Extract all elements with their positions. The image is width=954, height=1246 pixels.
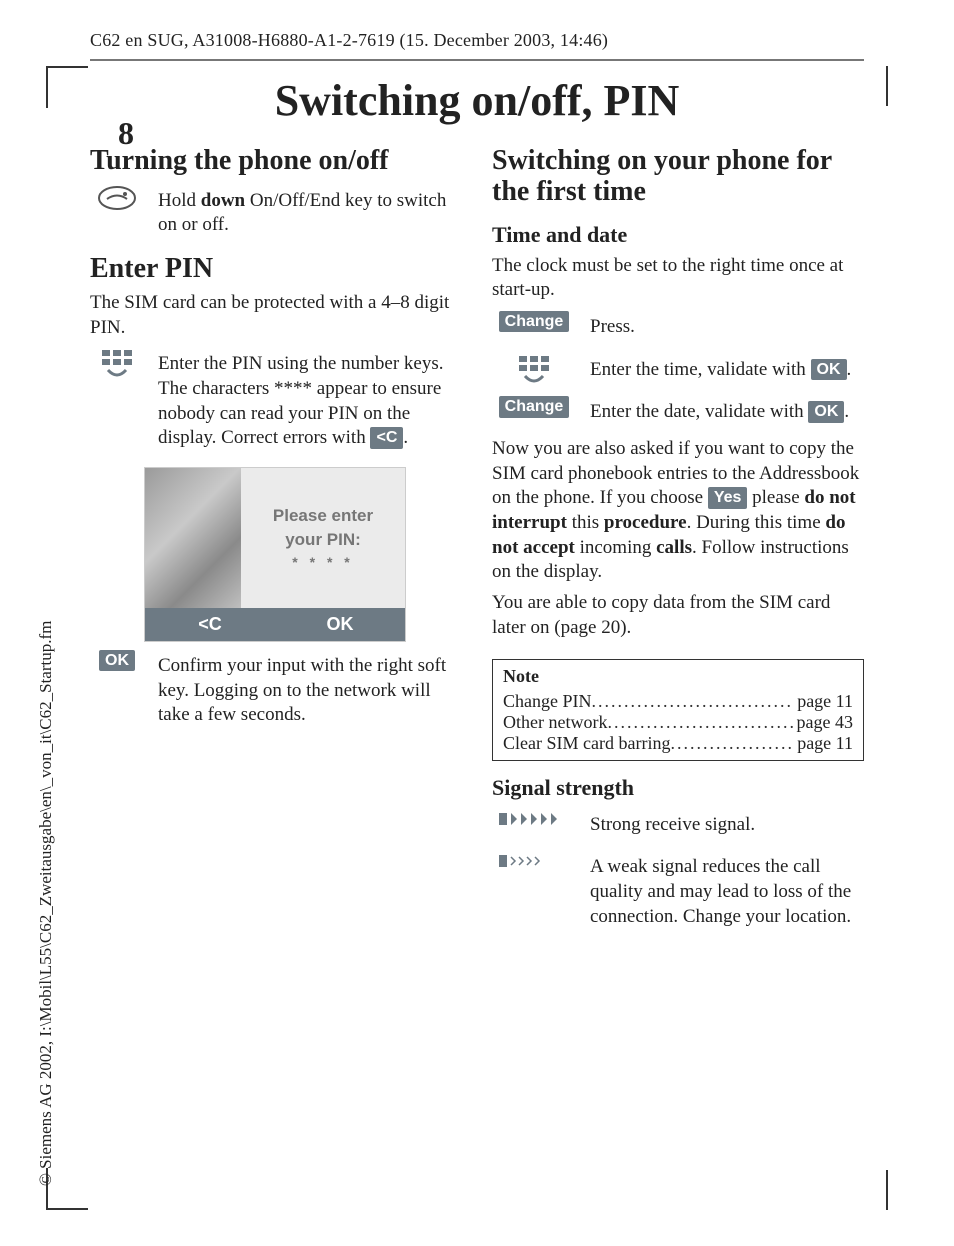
ok-text: Confirm your input with the right soft k… (158, 654, 462, 728)
softkey-right: OK (275, 608, 405, 641)
signal-strong-text: Strong receive signal. (590, 813, 864, 838)
wallpaper-icon (145, 468, 241, 608)
timedate-intro: The clock must be set to the right time … (492, 254, 864, 303)
signal-weak-icon (492, 849, 576, 871)
copy-later-text: You are able to copy data from the SIM c… (492, 591, 864, 640)
enter-time-text: Enter the time, validate with OK. (590, 358, 864, 383)
keypad-icon (492, 352, 576, 388)
left-column: Turning the phone on/off Hold down On/Of… (90, 136, 462, 941)
copy-sim-text: Now you are also asked if you want to co… (492, 437, 864, 585)
enter-date-text: Enter the date, validate with OK. (590, 400, 864, 425)
change-key-label: Change (499, 396, 570, 417)
divider (90, 59, 864, 61)
pin-mask: * * * * (292, 554, 353, 570)
ok-key-label: OK (99, 650, 135, 671)
right-column: Switching on your phone for the first ti… (492, 136, 864, 941)
pin-enter-text: Enter the PIN using the number keys. The… (158, 352, 462, 451)
page-number: 8 (118, 115, 134, 152)
heading-signal: Signal strength (492, 775, 864, 801)
crop-mark-icon (880, 1170, 888, 1210)
note-line: Other networkpage 43 (503, 712, 853, 733)
heading-turn-onoff: Turning the phone on/off (90, 146, 462, 177)
note-line: Change PINpage 11 (503, 691, 853, 712)
end-key-icon (90, 183, 144, 211)
ok-key-label: OK (808, 401, 844, 422)
clear-key-label: <C (370, 427, 403, 448)
crop-mark-icon (880, 66, 888, 106)
onoff-text: Hold down On/Off/End key to switch on or… (158, 189, 462, 238)
yes-key-label: Yes (708, 487, 748, 508)
signal-weak-text: A weak signal reduces the call quality a… (590, 855, 864, 929)
note-title: Note (503, 666, 853, 687)
pin-intro: The SIM card can be protected with a 4–8… (90, 291, 462, 340)
change-key-label: Change (499, 311, 570, 332)
heading-enter-pin: Enter PIN (90, 254, 462, 285)
note-line: Clear SIM card barringpage 11 (503, 733, 853, 754)
screen-line: your PIN: (285, 530, 361, 550)
doc-header: C62 en SUG, A31008-H6880-A1-2-7619 (15. … (90, 30, 864, 51)
crop-mark-icon (46, 66, 88, 108)
manual-page: C62 en SUG, A31008-H6880-A1-2-7619 (15. … (0, 0, 954, 1246)
note-box: Note Change PINpage 11 Other networkpage… (492, 659, 864, 761)
chapter-title: Switching on/off, PIN (90, 75, 864, 126)
softkey-left: <C (145, 608, 275, 641)
signal-strong-icon (492, 807, 576, 829)
heading-first-time: Switching on your phone for the first ti… (492, 146, 864, 208)
copyright-sidebar: © Siemens AG 2002, I:\Mobil\L55\C62_Zwei… (36, 621, 56, 1186)
heading-time-date: Time and date (492, 222, 864, 248)
phone-screen-mock: Please enter your PIN: * * * * <C OK (144, 467, 406, 642)
ok-key-label: OK (811, 359, 847, 380)
press-text: Press. (590, 315, 864, 340)
keypad-icon (90, 346, 144, 382)
screen-line: Please enter (273, 506, 373, 526)
